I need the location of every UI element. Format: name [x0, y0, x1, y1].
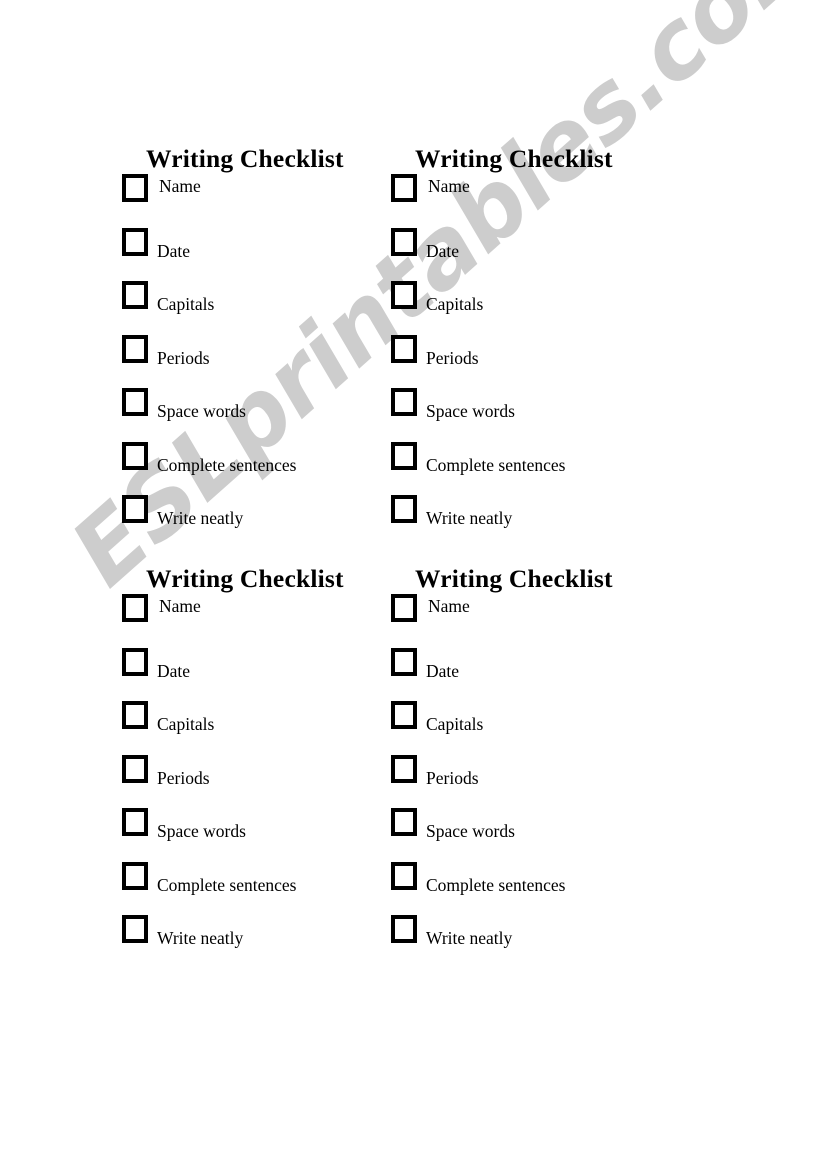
worksheet-page: ESLprintables.com Writing Checklist Name… — [0, 0, 821, 1169]
checkbox-icon[interactable] — [122, 647, 148, 676]
list-item[interactable]: Periods — [387, 334, 657, 389]
list-item-label: Capitals — [426, 294, 484, 314]
checkbox-icon[interactable] — [122, 594, 148, 622]
list-item-label: Space words — [157, 821, 246, 841]
checkbox-icon[interactable] — [391, 594, 417, 622]
list-item[interactable]: Complete sentences — [118, 861, 388, 916]
list-item-label: Space words — [426, 821, 515, 841]
list-item[interactable]: Periods — [118, 334, 388, 389]
checkbox-icon[interactable] — [122, 701, 148, 729]
list-item[interactable]: Date — [118, 647, 388, 702]
checkbox-icon[interactable] — [122, 227, 148, 256]
checkbox-icon[interactable] — [391, 861, 417, 890]
checkbox-icon[interactable] — [122, 754, 148, 783]
checkbox-icon[interactable] — [391, 334, 417, 363]
checkbox-icon[interactable] — [122, 174, 148, 202]
list-item-label: Capitals — [426, 714, 484, 734]
checklist-panel-top-right: Writing Checklist Name Date Capitals Per… — [387, 144, 657, 549]
panel-title: Writing Checklist — [146, 144, 344, 173]
list-item-label: Write neatly — [157, 928, 244, 948]
list-item-label: Write neatly — [426, 508, 513, 528]
list-item[interactable]: Date — [118, 227, 388, 282]
list-item-label: Capitals — [157, 294, 215, 314]
checkbox-icon[interactable] — [122, 281, 148, 309]
checkbox-icon[interactable] — [122, 388, 148, 416]
list-item[interactable]: Name — [387, 594, 657, 648]
list-item-label: Date — [426, 660, 460, 681]
list-item[interactable]: Complete sentences — [118, 441, 388, 496]
checkbox-icon[interactable] — [391, 701, 417, 729]
checkbox-icon[interactable] — [391, 808, 417, 836]
list-item-label: Name — [159, 596, 201, 616]
list-item[interactable]: Periods — [387, 754, 657, 809]
list-item-label: Periods — [426, 347, 479, 368]
checkbox-icon[interactable] — [391, 647, 417, 676]
list-item-label: Periods — [157, 347, 210, 368]
list-item[interactable]: Date — [387, 647, 657, 702]
checkbox-icon[interactable] — [391, 281, 417, 309]
checkbox-icon[interactable] — [391, 495, 417, 523]
checklist-panel-top-left: Writing Checklist Name Date Capitals Per… — [118, 144, 388, 549]
list-item[interactable]: Complete sentences — [387, 861, 657, 916]
checkbox-icon[interactable] — [122, 334, 148, 363]
checklist-items: Name Date Capitals Periods Space words C… — [118, 174, 388, 549]
checkbox-icon[interactable] — [391, 174, 417, 202]
checkbox-icon[interactable] — [122, 915, 148, 943]
list-item-label: Complete sentences — [426, 454, 566, 475]
checklist-items: Name Date Capitals Periods Space words C… — [387, 594, 657, 969]
list-item-label: Write neatly — [157, 508, 244, 528]
checklist-sheet: Writing Checklist Name Date Capitals Per… — [0, 0, 821, 1169]
panel-title: Writing Checklist — [415, 144, 613, 173]
list-item-label: Date — [426, 240, 460, 261]
list-item-label: Date — [157, 240, 191, 261]
list-item-label: Periods — [157, 767, 210, 788]
list-item-label: Space words — [157, 401, 246, 421]
list-item-label: Periods — [426, 767, 479, 788]
list-item-label: Space words — [426, 401, 515, 421]
list-item[interactable]: Capitals — [118, 701, 388, 755]
list-item[interactable]: Complete sentences — [387, 441, 657, 496]
checklist-panel-bottom-left: Writing Checklist Name Date Capitals Per… — [118, 564, 388, 969]
list-item-label: Complete sentences — [426, 874, 566, 895]
list-item[interactable]: Write neatly — [118, 495, 388, 549]
list-item[interactable]: Write neatly — [387, 495, 657, 549]
list-item-label: Name — [159, 176, 201, 196]
list-item[interactable]: Write neatly — [387, 915, 657, 969]
list-item-label: Complete sentences — [157, 454, 297, 475]
checklist-panel-bottom-right: Writing Checklist Name Date Capitals Per… — [387, 564, 657, 969]
checkbox-icon[interactable] — [122, 495, 148, 523]
list-item-label: Complete sentences — [157, 874, 297, 895]
checkbox-icon[interactable] — [391, 754, 417, 783]
checkbox-icon[interactable] — [122, 861, 148, 890]
list-item[interactable]: Periods — [118, 754, 388, 809]
checkbox-icon[interactable] — [391, 441, 417, 470]
list-item[interactable]: Capitals — [118, 281, 388, 335]
list-item[interactable]: Capitals — [387, 701, 657, 755]
list-item-label: Date — [157, 660, 191, 681]
checkbox-icon[interactable] — [122, 441, 148, 470]
list-item-label: Capitals — [157, 714, 215, 734]
checklist-items: Name Date Capitals Periods Space words C… — [118, 594, 388, 969]
checkbox-icon[interactable] — [391, 915, 417, 943]
panel-title: Writing Checklist — [415, 564, 613, 593]
list-item[interactable]: Space words — [387, 808, 657, 862]
panel-title: Writing Checklist — [146, 564, 344, 593]
list-item[interactable]: Date — [387, 227, 657, 282]
list-item[interactable]: Name — [387, 174, 657, 228]
checkbox-icon[interactable] — [391, 227, 417, 256]
list-item-label: Write neatly — [426, 928, 513, 948]
list-item-label: Name — [428, 176, 470, 196]
list-item[interactable]: Capitals — [387, 281, 657, 335]
checkbox-icon[interactable] — [122, 808, 148, 836]
list-item[interactable]: Space words — [118, 808, 388, 862]
list-item[interactable]: Space words — [118, 388, 388, 442]
list-item[interactable]: Name — [118, 594, 388, 648]
checkbox-icon[interactable] — [391, 388, 417, 416]
list-item[interactable]: Name — [118, 174, 388, 228]
list-item-label: Name — [428, 596, 470, 616]
checklist-items: Name Date Capitals Periods Space words C… — [387, 174, 657, 549]
list-item[interactable]: Space words — [387, 388, 657, 442]
list-item[interactable]: Write neatly — [118, 915, 388, 969]
